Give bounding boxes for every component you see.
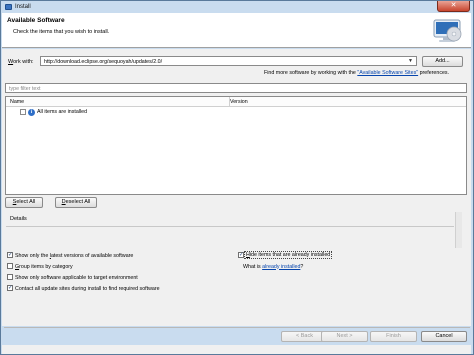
close-button[interactable]: ✕	[437, 1, 470, 12]
show-latest-checkbox[interactable]: ✓	[7, 252, 13, 258]
label-text: What is	[243, 263, 263, 270]
add-site-button[interactable]: Add...	[422, 56, 463, 67]
window-title: Install	[15, 4, 31, 10]
label-text: ide items that are already installed	[249, 252, 331, 258]
column-header-version[interactable]: Version	[230, 99, 248, 105]
what-is-installed: What is already installed?	[243, 264, 303, 270]
hide-installed-label[interactable]: Hide items that are already installed	[244, 251, 333, 259]
page-description: Check the items that you wish to install…	[13, 29, 110, 35]
select-all-button[interactable]: Select All	[5, 197, 43, 208]
software-table: Name Version i All items are installed	[5, 96, 467, 195]
status-area	[2, 345, 471, 354]
footer-divider	[4, 327, 470, 328]
install-wizard-icon	[433, 19, 462, 42]
row-label: All items are installed	[37, 109, 88, 115]
label-text: ork with:	[13, 59, 34, 65]
work-with-label: Work with:	[8, 59, 34, 65]
hint-text: Find more software by working with the	[264, 70, 358, 76]
finish-button[interactable]: Finish	[370, 331, 417, 342]
button-label: elect All	[16, 199, 36, 205]
show-latest-label[interactable]: Show only the latest versions of availab…	[15, 253, 133, 259]
column-header-name[interactable]: Name	[10, 99, 24, 105]
details-label: Details	[10, 216, 27, 222]
label-text: roup items by category	[19, 263, 73, 270]
info-icon: i	[28, 108, 35, 116]
page-title: Available Software	[7, 17, 65, 24]
app-icon	[5, 4, 12, 10]
deselect-all-button[interactable]: Deselect All	[55, 197, 97, 208]
show-applicable-label[interactable]: Show only software applicable to target …	[15, 275, 138, 281]
work-with-value: http://download.eclipse.org/sequoyah/upd…	[44, 58, 163, 65]
work-with-combo[interactable]: http://download.eclipse.org/sequoyah/upd…	[40, 56, 417, 66]
label-text: atest versions of available software	[50, 252, 134, 259]
filter-input[interactable]: type filter text	[5, 83, 467, 93]
already-installed-link[interactable]: already installed	[262, 264, 300, 270]
group-by-category-checkbox[interactable]	[7, 263, 13, 269]
details-scrollbar[interactable]	[455, 212, 462, 248]
available-software-sites-link[interactable]: "Available Software Sites"	[357, 70, 418, 76]
table-row[interactable]: i All items are installed	[6, 108, 466, 117]
button-label: eselect All	[65, 199, 91, 205]
show-applicable-checkbox[interactable]	[7, 274, 13, 280]
label-text: ?	[300, 263, 304, 270]
group-by-category-label[interactable]: Group items by category	[15, 264, 73, 270]
next-button[interactable]: Next >	[321, 331, 368, 342]
title-bar[interactable]: Install ✕	[1, 1, 473, 13]
row-checkbox[interactable]	[20, 109, 26, 115]
hint-text-suffix: preferences.	[418, 70, 450, 76]
contact-sites-checkbox[interactable]: ✓	[7, 285, 13, 291]
details-divider	[6, 226, 454, 227]
sites-hint: Find more software by working with the "…	[264, 70, 449, 76]
label-text: Show only the	[15, 252, 50, 259]
contact-sites-label[interactable]: Contact all update sites during install …	[15, 286, 160, 292]
table-header: Name Version	[6, 97, 466, 107]
header-banner: Available Software Check the items that …	[2, 13, 471, 48]
cancel-button[interactable]: Cancel	[421, 331, 467, 342]
chevron-down-icon[interactable]: ▼	[408, 58, 413, 64]
